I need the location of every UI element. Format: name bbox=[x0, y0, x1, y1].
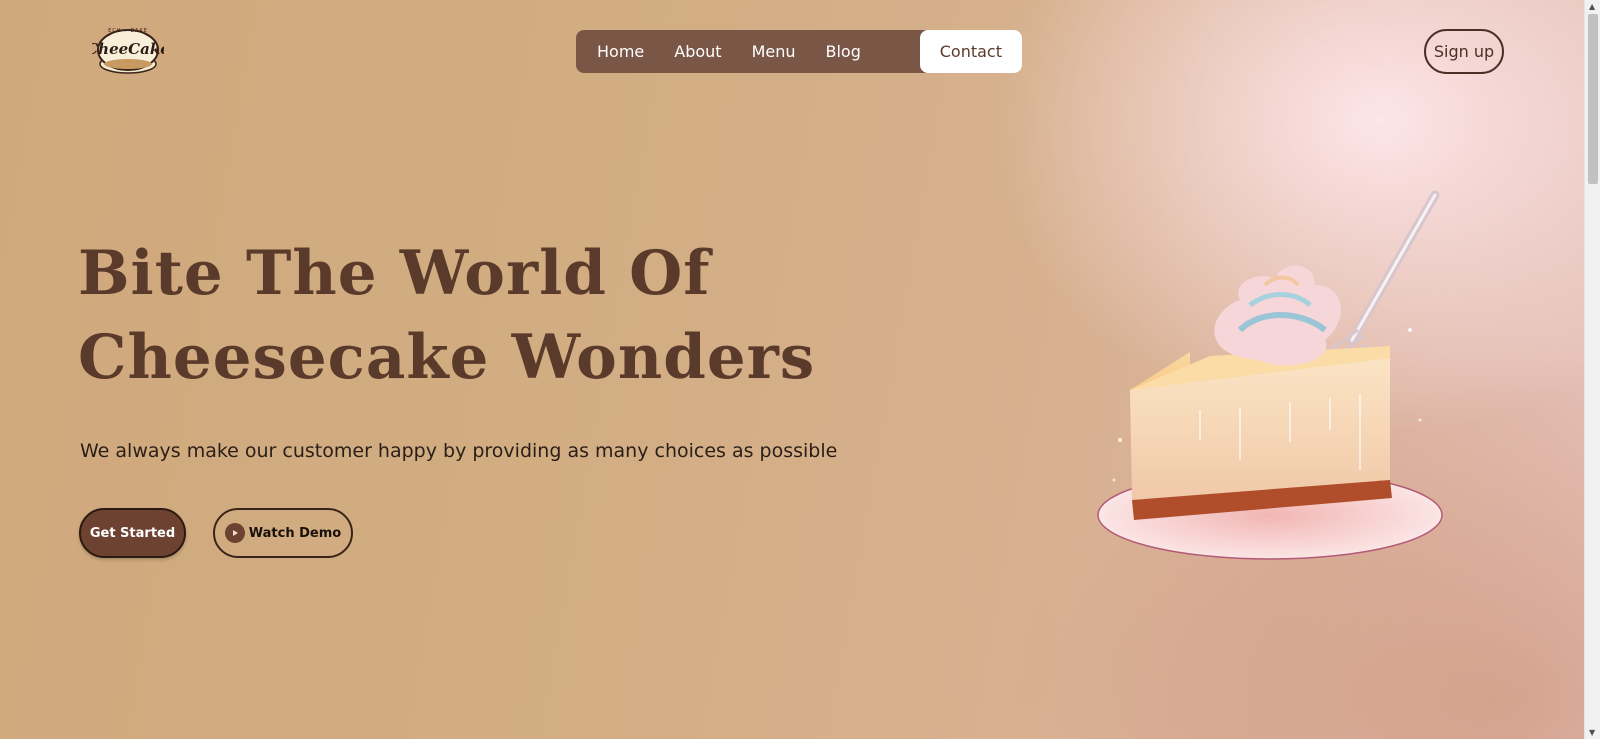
page-scrollbar[interactable]: ▲ ▼ bbox=[1584, 0, 1600, 739]
hero-headline: Bite The World Of Cheesecake Wonders bbox=[78, 232, 878, 400]
hero-headline-line1: Bite The World Of bbox=[78, 238, 711, 309]
play-icon bbox=[224, 523, 245, 543]
scrollbar-thumb[interactable] bbox=[1588, 14, 1598, 184]
nav-item-contact[interactable]: Contact bbox=[919, 30, 1022, 73]
signup-button[interactable]: Sign up bbox=[1424, 29, 1504, 74]
chevron-down-icon[interactable]: ▼ bbox=[1589, 728, 1595, 737]
nav-item-blog[interactable]: Blog bbox=[811, 30, 876, 73]
cheesecake-slice-image bbox=[1090, 180, 1470, 580]
cheecake-logo[interactable]: ECH • BAKE CheeCake bbox=[86, 20, 170, 76]
watch-demo-label: Watch Demo bbox=[248, 525, 342, 541]
nav-item-about[interactable]: About bbox=[659, 30, 736, 73]
svg-text:CheeCake: CheeCake bbox=[92, 40, 164, 58]
hero-subtext: We always make our customer happy by pro… bbox=[80, 440, 838, 462]
hero-headline-line2: Cheesecake Wonders bbox=[78, 322, 816, 393]
svg-text:ECH • BAKE: ECH • BAKE bbox=[108, 28, 148, 34]
main-nav: Home About Menu Blog Contact bbox=[576, 30, 1022, 73]
nav-item-menu[interactable]: Menu bbox=[737, 30, 811, 73]
get-started-button[interactable]: Get Started bbox=[79, 508, 186, 558]
chevron-up-icon[interactable]: ▲ bbox=[1589, 2, 1595, 11]
watch-demo-button[interactable]: Watch Demo bbox=[213, 508, 353, 558]
nav-item-home[interactable]: Home bbox=[582, 30, 659, 73]
landing-page: ECH • BAKE CheeCake Home About Menu Blog… bbox=[0, 0, 1584, 739]
